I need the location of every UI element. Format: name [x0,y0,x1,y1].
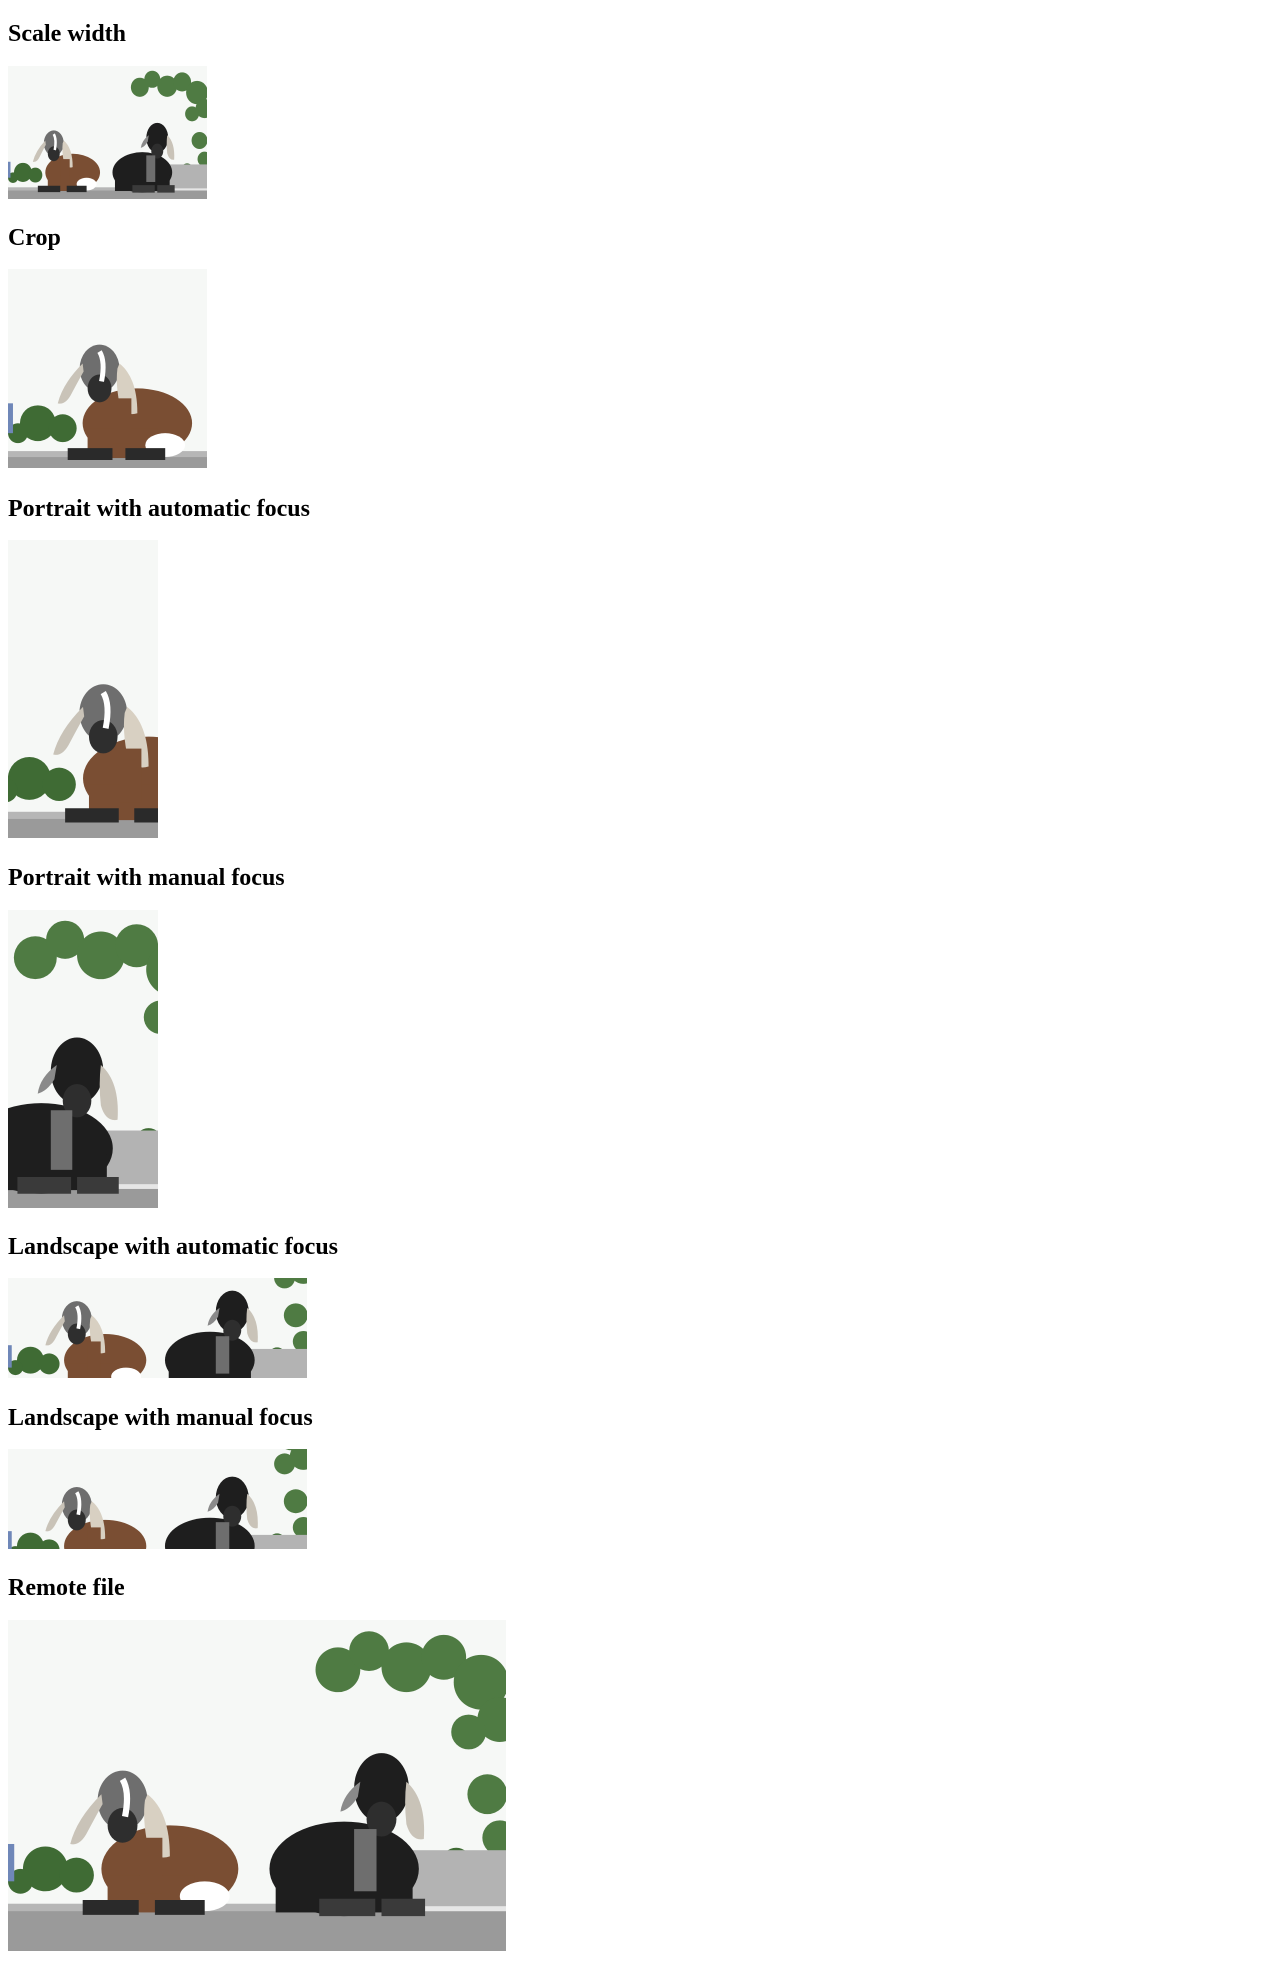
goats-photo-icon [8,910,158,1208]
heading-landscape-manual: Landscape with manual focus [8,1405,313,1431]
goats-photo-icon [8,540,158,838]
heading-crop: Crop [8,225,61,251]
image-landscape-auto [8,1278,307,1378]
goats-photo-icon [8,1620,506,1951]
heading-remote-file: Remote file [8,1575,125,1601]
image-remote-file [8,1620,506,1951]
image-landscape-manual [8,1449,307,1549]
heading-landscape-auto: Landscape with automatic focus [8,1234,339,1260]
heading-portrait-manual: Portrait with manual focus [8,865,285,891]
image-portrait-auto [8,540,158,838]
heading-portrait-auto: Portrait with automatic focus [8,496,310,522]
goats-photo-icon [8,1278,307,1378]
image-scale-width [8,66,207,199]
goats-photo-icon [8,66,207,199]
goats-photo-icon [8,269,207,468]
image-portrait-manual [8,910,158,1208]
heading-scale-width: Scale width [8,21,127,47]
image-crop [8,269,207,468]
goats-photo-icon [8,1449,307,1549]
